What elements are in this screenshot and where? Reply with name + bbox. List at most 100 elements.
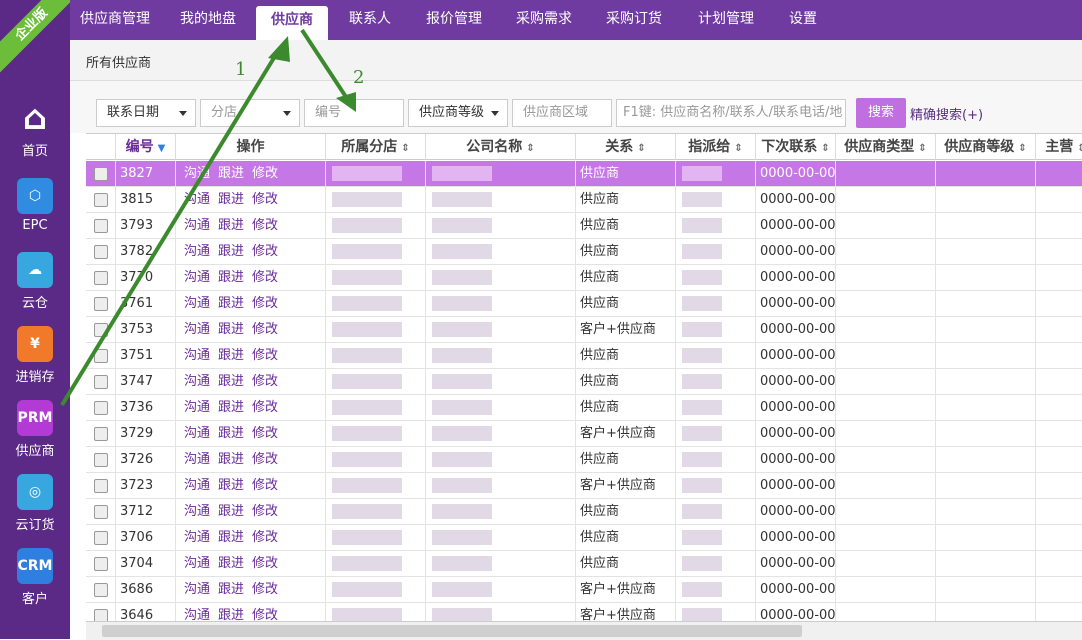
nav-tab-6[interactable]: 采购订货: [592, 0, 676, 40]
follow-up-link[interactable]: 跟进: [218, 348, 244, 363]
table-row[interactable]: 3712 沟通 跟进 修改 供应商 0000-00-00: [86, 499, 1082, 525]
row-checkbox[interactable]: [94, 557, 108, 571]
follow-up-link[interactable]: 跟进: [218, 374, 244, 389]
edit-link[interactable]: 修改: [252, 530, 278, 545]
table-row[interactable]: 3761 沟通 跟进 修改 供应商 0000-00-00: [86, 291, 1082, 317]
table-row[interactable]: 3770 沟通 跟进 修改 供应商 0000-00-00: [86, 265, 1082, 291]
edit-link[interactable]: 修改: [252, 452, 278, 467]
communicate-link[interactable]: 沟通: [184, 556, 210, 571]
sort-icon[interactable]: ⇕: [734, 143, 742, 154]
communicate-link[interactable]: 沟通: [184, 348, 210, 363]
row-checkbox[interactable]: [94, 505, 108, 519]
follow-up-link[interactable]: 跟进: [218, 244, 244, 259]
edit-link[interactable]: 修改: [252, 166, 278, 181]
communicate-link[interactable]: 沟通: [184, 426, 210, 441]
follow-up-link[interactable]: 跟进: [218, 426, 244, 441]
sort-icon[interactable]: ⇕: [821, 143, 829, 154]
table-row[interactable]: 3706 沟通 跟进 修改 供应商 0000-00-00: [86, 525, 1082, 551]
communicate-link[interactable]: 沟通: [184, 582, 210, 597]
branch-select[interactable]: 分店: [200, 99, 300, 127]
edit-link[interactable]: 修改: [252, 504, 278, 519]
communicate-link[interactable]: 沟通: [184, 322, 210, 337]
column-header-7[interactable]: 供应商类型 ⇕: [836, 134, 936, 160]
edit-link[interactable]: 修改: [252, 374, 278, 389]
edit-link[interactable]: 修改: [252, 400, 278, 415]
column-header-8[interactable]: 供应商等级 ⇕: [936, 134, 1036, 160]
row-checkbox[interactable]: [94, 219, 108, 233]
sort-icon[interactable]: ⇕: [1077, 143, 1082, 154]
sidebar-item-4[interactable]: PRM 供应商: [0, 400, 70, 459]
precise-search-link[interactable]: 精确搜索(+): [910, 104, 983, 123]
edit-link[interactable]: 修改: [252, 608, 278, 622]
sidebar-item-0[interactable]: ⌂ 首页: [0, 98, 70, 159]
edit-link[interactable]: 修改: [252, 218, 278, 233]
communicate-link[interactable]: 沟通: [184, 270, 210, 285]
table-row[interactable]: 3751 沟通 跟进 修改 供应商 0000-00-00: [86, 343, 1082, 369]
nav-tab-5[interactable]: 采购需求: [502, 0, 586, 40]
table-row[interactable]: 3815 沟通 跟进 修改 供应商 0000-00-00: [86, 187, 1082, 213]
table-row[interactable]: 3753 沟通 跟进 修改 客户+供应商 0000-00-00: [86, 317, 1082, 343]
column-header-1[interactable]: 操作: [176, 134, 326, 160]
supplier-region-input[interactable]: 供应商区域: [512, 99, 612, 127]
edit-link[interactable]: 修改: [252, 426, 278, 441]
communicate-link[interactable]: 沟通: [184, 244, 210, 259]
follow-up-link[interactable]: 跟进: [218, 322, 244, 337]
follow-up-link[interactable]: 跟进: [218, 608, 244, 622]
table-row[interactable]: 3782 沟通 跟进 修改 供应商 0000-00-00: [86, 239, 1082, 265]
row-checkbox[interactable]: [94, 193, 108, 207]
keyword-search-input[interactable]: F1键: 供应商名称/联系人/联系电话/地: [616, 99, 846, 127]
column-header-3[interactable]: 公司名称 ⇕: [426, 134, 576, 160]
follow-up-link[interactable]: 跟进: [218, 556, 244, 571]
sort-icon[interactable]: ⇕: [1018, 143, 1026, 154]
edit-link[interactable]: 修改: [252, 244, 278, 259]
column-header-2[interactable]: 所属分店 ⇕: [326, 134, 426, 160]
sort-icon[interactable]: ⇕: [918, 143, 926, 154]
nav-tab-7[interactable]: 计划管理: [684, 0, 768, 40]
follow-up-link[interactable]: 跟进: [218, 192, 244, 207]
table-row[interactable]: 3729 沟通 跟进 修改 客户+供应商 0000-00-00: [86, 421, 1082, 447]
row-checkbox[interactable]: [94, 479, 108, 493]
column-header-6[interactable]: 下次联系 ⇕: [756, 134, 836, 160]
row-checkbox[interactable]: [94, 245, 108, 259]
table-row[interactable]: 3726 沟通 跟进 修改 供应商 0000-00-00: [86, 447, 1082, 473]
nav-tab-1[interactable]: 我的地盘: [168, 0, 248, 40]
column-header-5[interactable]: 指派给 ⇕: [676, 134, 756, 160]
communicate-link[interactable]: 沟通: [184, 192, 210, 207]
follow-up-link[interactable]: 跟进: [218, 218, 244, 233]
follow-up-link[interactable]: 跟进: [218, 296, 244, 311]
supplier-level-select[interactable]: 供应商等级: [408, 99, 508, 127]
follow-up-link[interactable]: 跟进: [218, 478, 244, 493]
table-row[interactable]: 3704 沟通 跟进 修改 供应商 0000-00-00: [86, 551, 1082, 577]
sort-desc-icon[interactable]: ▼: [158, 143, 166, 154]
sidebar-item-3[interactable]: ¥ 进销存: [0, 326, 70, 385]
column-header-0[interactable]: 编号 ▼: [116, 134, 176, 160]
row-checkbox[interactable]: [94, 167, 108, 181]
edit-link[interactable]: 修改: [252, 270, 278, 285]
table-row[interactable]: 3646 沟通 跟进 修改 客户+供应商 0000-00-00: [86, 603, 1082, 622]
follow-up-link[interactable]: 跟进: [218, 582, 244, 597]
follow-up-link[interactable]: 跟进: [218, 270, 244, 285]
nav-tab-4[interactable]: 报价管理: [412, 0, 496, 40]
communicate-link[interactable]: 沟通: [184, 530, 210, 545]
nav-tab-2[interactable]: 供应商: [256, 6, 328, 40]
nav-tab-3[interactable]: 联系人: [336, 0, 404, 40]
edit-link[interactable]: 修改: [252, 582, 278, 597]
table-row[interactable]: 3686 沟通 跟进 修改 客户+供应商 0000-00-00: [86, 577, 1082, 603]
row-checkbox[interactable]: [94, 583, 108, 597]
search-button[interactable]: 搜索: [856, 98, 906, 128]
row-checkbox[interactable]: [94, 401, 108, 415]
communicate-link[interactable]: 沟通: [184, 296, 210, 311]
sidebar-item-1[interactable]: ⬡ EPC: [0, 178, 70, 233]
follow-up-link[interactable]: 跟进: [218, 452, 244, 467]
nav-tab-8[interactable]: 设置: [776, 0, 830, 40]
sort-icon[interactable]: ⇕: [526, 143, 534, 154]
communicate-link[interactable]: 沟通: [184, 452, 210, 467]
sort-icon[interactable]: ⇕: [637, 143, 645, 154]
date-select[interactable]: 联系日期: [96, 99, 196, 127]
edit-link[interactable]: 修改: [252, 296, 278, 311]
follow-up-link[interactable]: 跟进: [218, 530, 244, 545]
edit-link[interactable]: 修改: [252, 348, 278, 363]
horizontal-scrollbar[interactable]: [86, 621, 1082, 640]
nav-tab-0[interactable]: 供应商管理: [70, 0, 160, 40]
edit-link[interactable]: 修改: [252, 556, 278, 571]
